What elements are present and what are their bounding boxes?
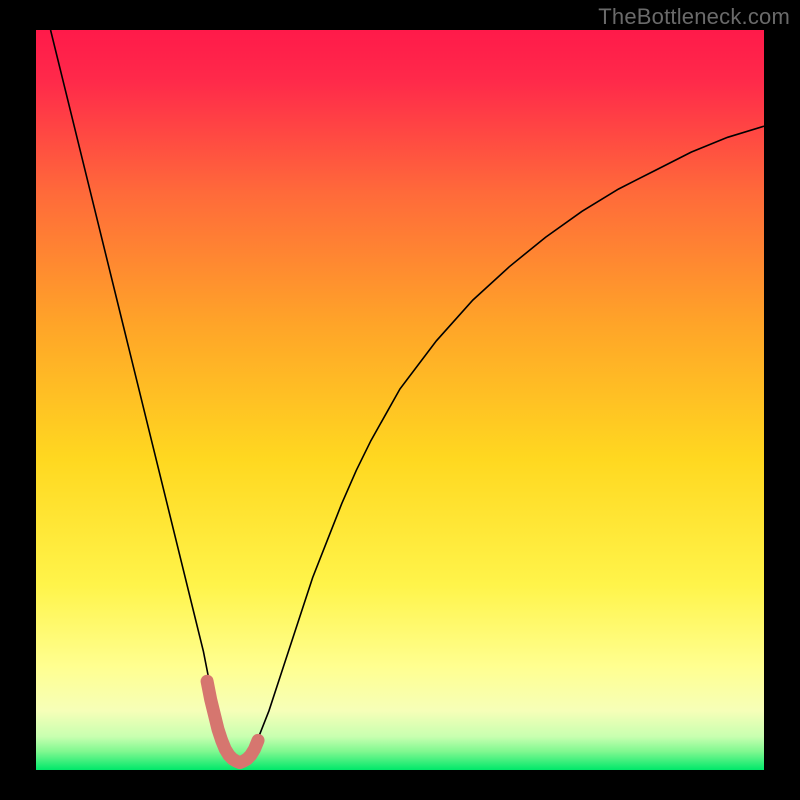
watermark-text: TheBottleneck.com — [598, 4, 790, 30]
gradient-background — [36, 30, 764, 770]
chart-frame: TheBottleneck.com — [0, 0, 800, 800]
plot-area — [36, 30, 764, 770]
chart-svg — [36, 30, 764, 770]
